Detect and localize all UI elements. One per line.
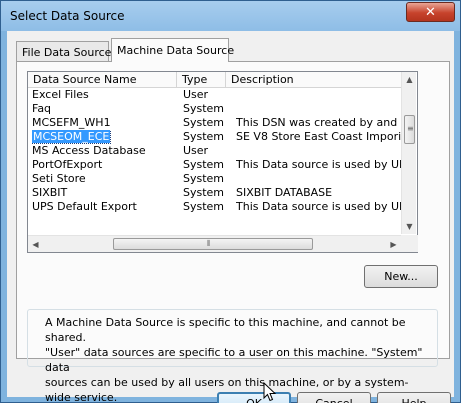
selected-name-highlight: MCSEOM_ECE: [32, 130, 112, 144]
list-item[interactable]: Excel Files User: [28, 88, 406, 102]
grip-icon: ⦀: [207, 239, 211, 248]
row-type: System: [183, 186, 225, 199]
grip-icon: ≡: [407, 124, 414, 133]
new-button[interactable]: New...: [364, 265, 438, 288]
horizontal-scrollbar[interactable]: ◀ ⦀ ▶: [28, 235, 401, 252]
scroll-left-arrow-icon[interactable]: ◀: [28, 237, 43, 252]
list-item[interactable]: MCSEFM_WH1 System This DSN was created b…: [28, 116, 406, 130]
tab-file-data-source[interactable]: File Data Source: [16, 41, 111, 62]
row-description: This DSN was created by and is for t: [236, 116, 406, 129]
cancel-button[interactable]: Cancel: [297, 392, 371, 403]
scroll-right-arrow-icon[interactable]: ▶: [386, 237, 401, 252]
row-description: This Data source is used by UPS Wo: [236, 200, 406, 213]
row-type: System: [183, 200, 225, 213]
row-name: UPS Default Export: [32, 200, 137, 213]
dialog-window: Select Data Source ✕ File Data Source Ma…: [0, 0, 461, 403]
horizontal-scroll-thumb[interactable]: ⦀: [113, 238, 313, 250]
close-icon: ✕: [425, 4, 436, 20]
list-item[interactable]: Faq System: [28, 102, 406, 116]
row-name: MCSEOM_ECE: [32, 130, 178, 144]
window-title: Select Data Source: [10, 9, 125, 23]
column-header-name[interactable]: Data Source Name: [28, 72, 177, 88]
mouse-cursor-icon: [263, 382, 277, 402]
title-bar[interactable]: Select Data Source ✕: [1, 1, 460, 31]
row-name: MS Access Database: [32, 144, 146, 157]
dialog-client-area: File Data Source Machine Data Source Dat…: [7, 31, 454, 403]
help-button[interactable]: Help: [377, 392, 451, 403]
data-source-list[interactable]: Data Source Name Type Description Excel …: [27, 71, 418, 253]
info-text: A Machine Data Source is specific to thi…: [45, 316, 423, 403]
vertical-scrollbar[interactable]: ▲ ≡ ▼: [401, 72, 416, 234]
row-type: System: [183, 172, 225, 185]
list-item[interactable]: PortOfExport System This Data source is …: [28, 158, 406, 172]
row-name: PortOfExport: [32, 158, 103, 171]
column-header-description[interactable]: Description: [226, 72, 406, 88]
vertical-scroll-thumb[interactable]: ≡: [404, 115, 415, 144]
column-header-type[interactable]: Type: [177, 72, 226, 88]
row-type: User: [183, 144, 209, 157]
tab-machine-data-source[interactable]: Machine Data Source: [111, 38, 234, 62]
row-name: MCSEFM_WH1: [32, 116, 111, 129]
row-description: SE V8 Store East Coast Imporium: [236, 130, 406, 143]
ok-button[interactable]: OK: [217, 392, 291, 403]
scroll-up-arrow-icon[interactable]: ▲: [402, 72, 417, 87]
scroll-down-arrow-icon[interactable]: ▼: [402, 219, 417, 234]
close-button[interactable]: ✕: [406, 2, 455, 22]
row-type: System: [183, 102, 225, 115]
row-name: SIXBIT: [32, 186, 68, 199]
row-name: Excel Files: [32, 88, 89, 101]
row-type: System: [183, 116, 225, 129]
row-name: Seti Store: [32, 172, 86, 185]
row-description: SIXBIT DATABASE: [236, 186, 333, 199]
list-item-selected[interactable]: MCSEOM_ECE System SE V8 Store East Coast…: [28, 130, 406, 144]
row-description: This Data source is used by UPS Wo: [236, 158, 406, 171]
scrollbar-corner: [401, 235, 418, 252]
row-name: Faq: [32, 102, 52, 115]
list-item[interactable]: UPS Default Export System This Data sour…: [28, 200, 406, 214]
row-type: System: [183, 158, 225, 171]
row-type: User: [183, 88, 209, 101]
row-type: System: [183, 130, 225, 143]
list-item[interactable]: Seti Store System: [28, 172, 406, 186]
list-item[interactable]: SIXBIT System SIXBIT DATABASE: [28, 186, 406, 200]
list-item[interactable]: MS Access Database User: [28, 144, 406, 158]
